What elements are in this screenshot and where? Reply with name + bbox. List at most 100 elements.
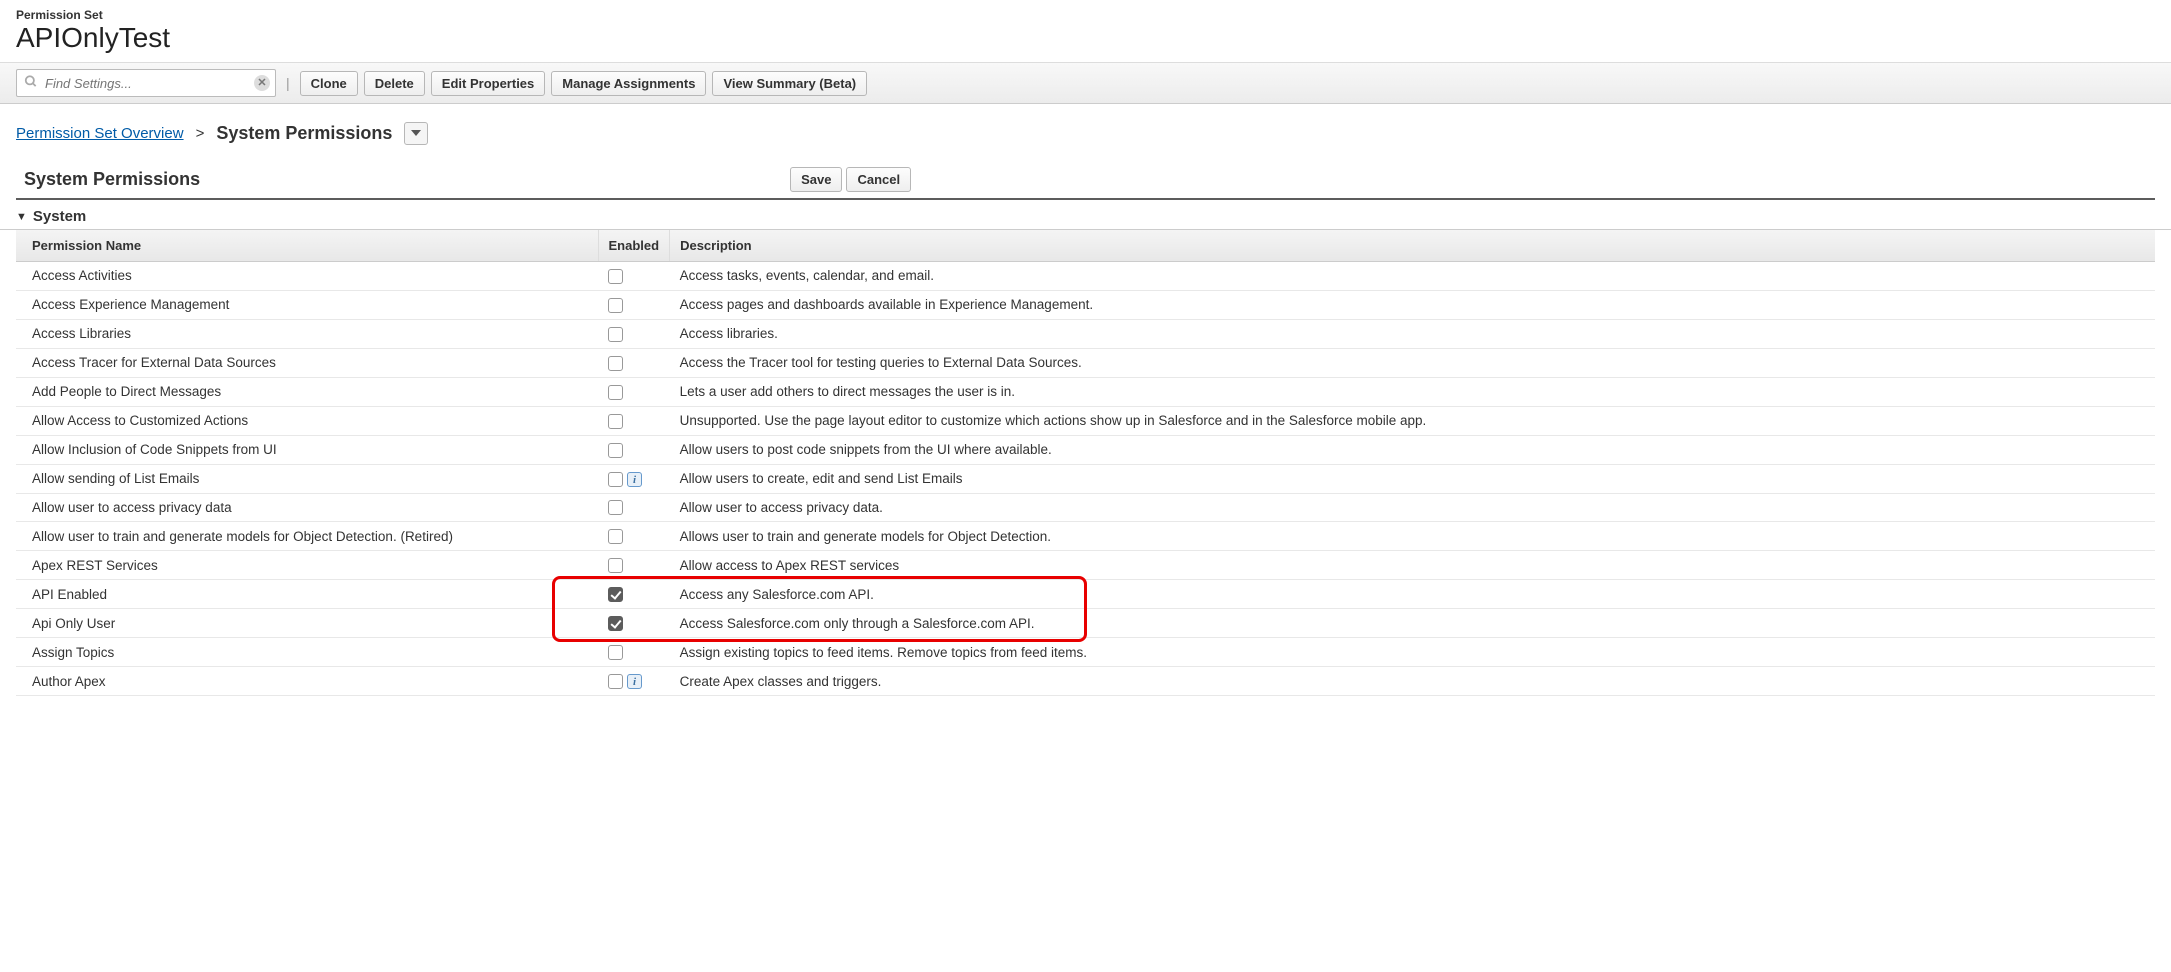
permission-checkbox[interactable]	[608, 529, 623, 544]
collapse-icon: ▼	[16, 211, 27, 223]
permission-checkbox[interactable]	[608, 472, 623, 487]
table-row: Access Tracer for External Data Sources A…	[16, 348, 2155, 377]
table-row: Api Only User Access Salesforce.com only …	[16, 609, 2155, 638]
permission-name: Author Apex	[16, 667, 598, 696]
table-row: Allow Inclusion of Code Snippets from UI…	[16, 435, 2155, 464]
breadcrumb: Permission Set Overview > System Permiss…	[0, 104, 2171, 157]
section-header: System Permissions Save Cancel	[0, 157, 2171, 198]
permission-name: Allow user to train and generate models …	[16, 522, 598, 551]
permission-enabled-cell	[598, 262, 670, 291]
permission-description: Allow users to create, edit and send Lis…	[670, 464, 2155, 493]
permission-checkbox[interactable]	[608, 500, 623, 515]
breadcrumb-current: System Permissions	[216, 123, 392, 144]
permission-description: Unsupported. Use the page layout editor …	[670, 406, 2155, 435]
permission-enabled-cell	[598, 551, 670, 580]
permission-name: Access Tracer for External Data Sources	[16, 348, 598, 377]
manage-assignments-button[interactable]: Manage Assignments	[551, 71, 706, 96]
chevron-down-icon	[411, 126, 421, 141]
breadcrumb-separator: >	[196, 125, 205, 142]
permission-description: Allows user to train and generate models…	[670, 522, 2155, 551]
table-row: Allow user to train and generate models …	[16, 522, 2155, 551]
breadcrumb-overview-link[interactable]: Permission Set Overview	[16, 125, 184, 142]
permission-checkbox[interactable]	[608, 298, 623, 313]
permission-name: Access Libraries	[16, 319, 598, 348]
search-input[interactable]	[16, 69, 276, 97]
section-actions: Save Cancel	[790, 167, 911, 192]
permission-name: Access Experience Management	[16, 290, 598, 319]
permission-checkbox[interactable]	[608, 616, 623, 631]
permission-description: Allow access to Apex REST services	[670, 551, 2155, 580]
permission-enabled-cell	[598, 377, 670, 406]
clone-button[interactable]: Clone	[300, 71, 358, 96]
table-row: Access Libraries Access libraries.	[16, 319, 2155, 348]
breadcrumb-dropdown-button[interactable]	[404, 122, 428, 145]
permission-name: Allow Inclusion of Code Snippets from UI	[16, 435, 598, 464]
table-row: Allow sending of List Emails i Allow users…	[16, 464, 2155, 493]
permission-description: Allow users to post code snippets from t…	[670, 435, 2155, 464]
clear-search-icon[interactable]: ✕	[254, 75, 270, 91]
permission-checkbox[interactable]	[608, 645, 623, 660]
page-title: APIOnlyTest	[16, 22, 2155, 54]
table-row: API EnabledAccess any Salesforce.com API…	[16, 580, 2155, 609]
table-row: Allow user to access privacy dataAllow u…	[16, 493, 2155, 522]
column-header-enabled: Enabled	[598, 230, 670, 262]
permission-enabled-cell	[598, 435, 670, 464]
permission-name: Add People to Direct Messages	[16, 377, 598, 406]
permission-description: Access pages and dashboards available in…	[670, 290, 2155, 319]
table-row: Allow Access to Customized Actions Unsupp…	[16, 406, 2155, 435]
permission-name: Access Activities	[16, 262, 598, 291]
permission-name: Assign Topics	[16, 638, 598, 667]
permission-checkbox[interactable]	[608, 356, 623, 371]
permission-description: Lets a user add others to direct message…	[670, 377, 2155, 406]
permission-enabled-cell	[598, 580, 670, 609]
permission-enabled-cell	[598, 609, 670, 638]
permissions-table-wrap: Permission Name Enabled Description Acce…	[0, 230, 2171, 696]
group-label: System	[33, 208, 86, 225]
permission-checkbox[interactable]	[608, 558, 623, 573]
permission-enabled-cell	[598, 638, 670, 667]
permission-checkbox[interactable]	[608, 674, 623, 689]
permission-enabled-cell	[598, 290, 670, 319]
table-row: Access Experience Management Access pages…	[16, 290, 2155, 319]
table-row: Access ActivitiesAccess tasks, events, c…	[16, 262, 2155, 291]
permission-name: API Enabled	[16, 580, 598, 609]
permission-name: Allow Access to Customized Actions	[16, 406, 598, 435]
info-icon[interactable]: i	[627, 472, 642, 487]
group-header-system[interactable]: ▼ System	[0, 204, 2171, 230]
column-header-name: Permission Name	[16, 230, 598, 262]
section-title: System Permissions	[24, 169, 200, 190]
page-type-label: Permission Set	[16, 8, 2155, 22]
edit-properties-button[interactable]: Edit Properties	[431, 71, 545, 96]
search-wrap: ✕	[16, 69, 276, 97]
permission-checkbox[interactable]	[608, 587, 623, 602]
permission-name: Api Only User	[16, 609, 598, 638]
permission-description: Access Salesforce.com only through a Sal…	[670, 609, 2155, 638]
permission-checkbox[interactable]	[608, 385, 623, 400]
save-button[interactable]: Save	[790, 167, 842, 192]
info-icon[interactable]: i	[627, 674, 642, 689]
permission-enabled-cell	[598, 522, 670, 551]
permission-enabled-cell	[598, 348, 670, 377]
permission-enabled-cell	[598, 493, 670, 522]
permission-checkbox[interactable]	[608, 327, 623, 342]
search-icon	[24, 75, 38, 92]
permission-enabled-cell	[598, 319, 670, 348]
table-row: Add People to Direct Messages Lets a user…	[16, 377, 2155, 406]
permission-description: Access the Tracer tool for testing queri…	[670, 348, 2155, 377]
toolbar-separator: |	[286, 75, 290, 91]
permission-description: Assign existing topics to feed items. Re…	[670, 638, 2155, 667]
permission-checkbox[interactable]	[608, 414, 623, 429]
delete-button[interactable]: Delete	[364, 71, 425, 96]
permissions-table: Permission Name Enabled Description Acce…	[16, 230, 2155, 696]
permission-description: Create Apex classes and triggers.	[670, 667, 2155, 696]
section-divider	[16, 198, 2155, 200]
permission-name: Allow sending of List Emails	[16, 464, 598, 493]
cancel-button[interactable]: Cancel	[846, 167, 911, 192]
permission-description: Allow user to access privacy data.	[670, 493, 2155, 522]
table-row: Apex REST ServicesAllow access to Apex R…	[16, 551, 2155, 580]
table-row: Assign Topics Assign existing topics to f…	[16, 638, 2155, 667]
permission-checkbox[interactable]	[608, 443, 623, 458]
permission-checkbox[interactable]	[608, 269, 623, 284]
permission-description: Access libraries.	[670, 319, 2155, 348]
view-summary-button[interactable]: View Summary (Beta)	[712, 71, 867, 96]
